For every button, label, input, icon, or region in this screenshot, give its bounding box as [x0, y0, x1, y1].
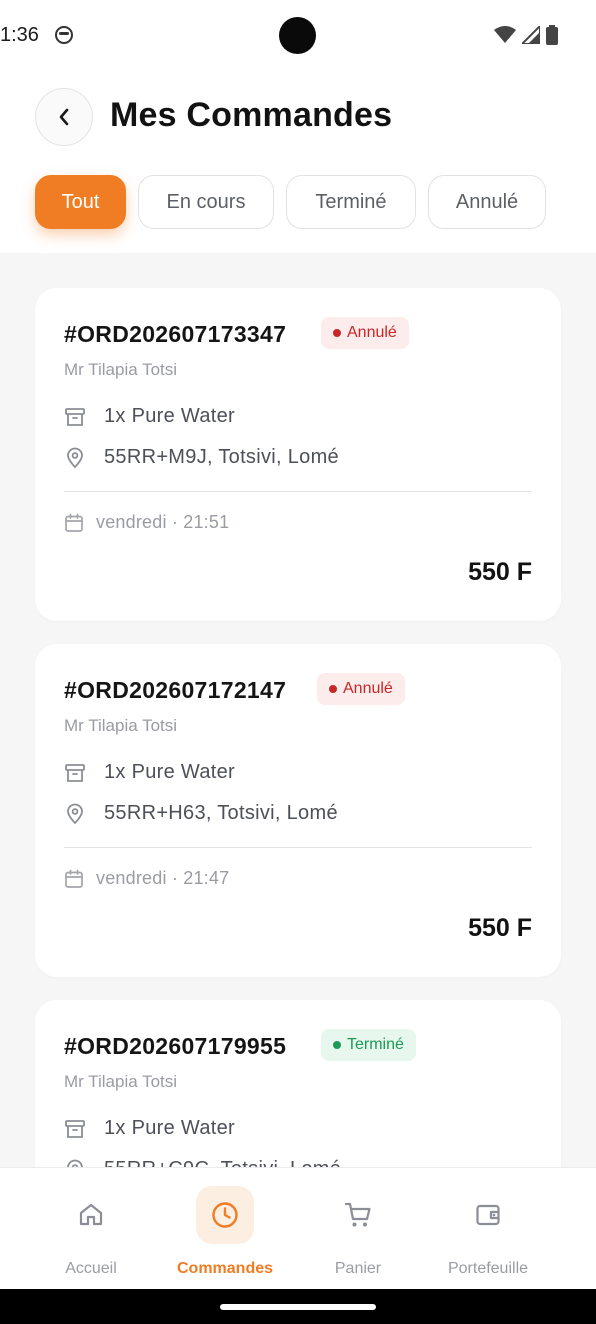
customer-name: Mr Tilapia Totsi [64, 716, 178, 735]
order-items: 1x Pure Water [104, 1117, 235, 1139]
wifi-icon [494, 26, 516, 43]
order-card[interactable]: #ORD202607173347 Annulé Mr Tilapia Totsi… [35, 288, 561, 621]
date-row: vendredi · 21:47 [64, 868, 229, 889]
page-header: Mes Commandes Tout En cours Terminé Annu… [0, 72, 596, 253]
order-date: vendredi · 21:51 [96, 512, 230, 532]
customer-name: Mr Tilapia Totsi [64, 1072, 178, 1091]
app-notification-icon [55, 26, 73, 44]
tab-all[interactable]: Tout [35, 175, 126, 229]
tab-cancelled[interactable]: Annulé [428, 175, 546, 229]
system-gesture-bar [0, 1289, 596, 1324]
nav-portefeuille[interactable]: Portefeuille [432, 1168, 544, 1290]
tab-in-progress[interactable]: En cours [138, 175, 274, 229]
camera-cutout [279, 17, 316, 54]
location-pin-icon [64, 803, 86, 825]
status-icons [494, 25, 558, 45]
home-icon [79, 1203, 103, 1226]
nav-label: Panier [334, 1260, 382, 1277]
nav-label: Accueil [65, 1260, 117, 1277]
order-id: #ORD202607173347 [64, 321, 287, 347]
nav-label: Commandes [176, 1260, 274, 1277]
chevron-left-icon [59, 108, 69, 126]
location-pin-icon [64, 447, 86, 469]
address-row: 55RR+M9J, Totsivi, Lomé [64, 446, 339, 469]
items-row: 1x Pure Water [64, 761, 235, 784]
status-time: 1:36 [0, 24, 39, 46]
clock-icon [212, 1202, 238, 1228]
archive-box-icon [64, 762, 86, 784]
order-items: 1x Pure Water [104, 761, 235, 783]
cart-icon [344, 1202, 371, 1227]
nav-commandes[interactable]: Commandes [166, 1168, 284, 1290]
bottom-nav: Accueil Commandes Panier Portefeuille [0, 1167, 596, 1289]
orders-screen: 1:36 Mes Commandes Tout En cours Terminé… [0, 0, 596, 1324]
items-row: 1x Pure Water [64, 1117, 235, 1140]
order-address: 55RR+H63, Totsivi, Lomé [104, 802, 338, 824]
archive-box-icon [64, 406, 86, 428]
archive-box-icon [64, 1118, 86, 1140]
battery-icon [546, 25, 558, 45]
signal-icon [522, 26, 540, 44]
order-id: #ORD202607179955 [64, 1033, 287, 1059]
items-row: 1x Pure Water [64, 405, 235, 428]
nav-panier[interactable]: Panier [318, 1168, 398, 1290]
order-card[interactable]: #ORD202607172147 Annulé Mr Tilapia Totsi… [35, 644, 561, 977]
date-row: vendredi · 21:51 [64, 512, 229, 533]
wallet-icon [476, 1204, 500, 1226]
status-badge: Annulé [321, 317, 409, 349]
status-bar: 1:36 [0, 0, 596, 72]
calendar-icon [65, 513, 83, 532]
order-card[interactable]: #ORD202607179955 Terminé Mr Tilapia Tots… [35, 1000, 561, 1168]
card-divider [64, 847, 532, 848]
status-badge: Terminé [321, 1029, 416, 1061]
order-id: #ORD202607172147 [64, 677, 287, 703]
address-row: 55RR+H63, Totsivi, Lomé [64, 802, 338, 825]
home-gesture-handle[interactable] [220, 1304, 376, 1310]
nav-label: Portefeuille [447, 1260, 529, 1277]
card-divider [64, 491, 532, 492]
nav-accueil[interactable]: Accueil [42, 1168, 140, 1290]
order-address: 55RR+M9J, Totsivi, Lomé [104, 446, 339, 468]
tab-completed[interactable]: Terminé [286, 175, 416, 229]
status-badge: Annulé [317, 673, 405, 705]
order-list: #ORD202607173347 Annulé Mr Tilapia Totsi… [0, 253, 596, 1168]
order-date: vendredi · 21:47 [96, 868, 230, 888]
calendar-icon [65, 869, 83, 888]
customer-name: Mr Tilapia Totsi [64, 360, 178, 379]
order-price: 550 F [468, 914, 532, 942]
order-items: 1x Pure Water [104, 405, 235, 427]
back-button[interactable] [35, 88, 93, 146]
page-title: Mes Commandes [110, 96, 393, 134]
order-price: 550 F [468, 558, 532, 586]
